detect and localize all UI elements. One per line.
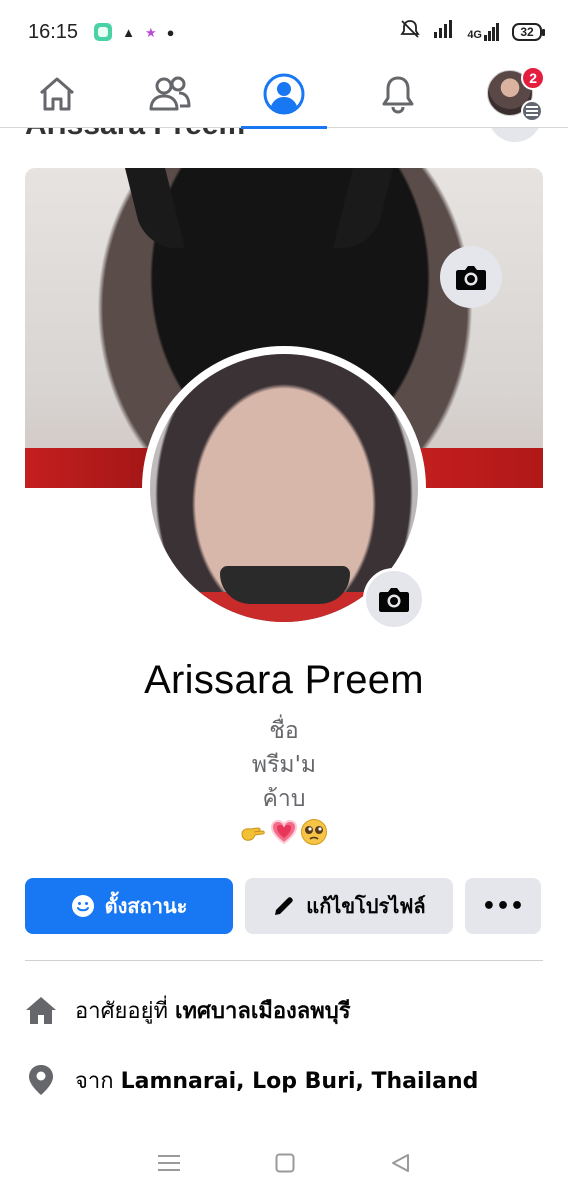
mute-vibrate-icon — [399, 19, 421, 45]
star-app-notification-icon: ★ — [144, 24, 157, 40]
from-value[interactable]: Lamnarai, Lop Buri, Thailand — [121, 1069, 479, 1094]
status-bar: 16:15 ▲ ★ ● 4G 32 — [0, 0, 568, 64]
profile-name: Arissara Preem — [144, 658, 424, 702]
more-notifications-dot-icon: ● — [166, 24, 175, 40]
profile-actions: ตั้งสถานะ แก้ไขโปรไฟล์ ••• — [25, 878, 543, 934]
cell-signal-icon — [484, 23, 499, 41]
square-icon — [275, 1153, 295, 1172]
hamburger-menu-icon — [521, 99, 544, 122]
detail-lives-in: อาศัยอยู่ที่ เทศบาลเมืองลพบุรี — [25, 990, 543, 1030]
nav-tab-profile[interactable] — [227, 60, 341, 129]
edit-cover-photo-button[interactable] — [440, 246, 502, 308]
smiley-icon — [71, 895, 94, 917]
divider — [25, 960, 543, 961]
menu-avatar-wrap: 2 — [487, 65, 546, 122]
recent-apps-button[interactable] — [157, 1154, 180, 1177]
edit-profile-picture-button[interactable] — [363, 568, 425, 630]
notification-badge: 2 — [521, 65, 546, 90]
signal-icon — [433, 20, 455, 44]
pencil-icon — [275, 897, 294, 915]
back-system-button[interactable] — [390, 1153, 410, 1178]
bio-line: ค้าบ — [262, 786, 306, 812]
app-notification-icon — [94, 23, 113, 41]
more-options-icon: ••• — [481, 893, 525, 919]
bio-emoji-row — [0, 818, 568, 846]
status-left: 16:15 ▲ ★ ● — [28, 21, 174, 44]
detail-from: จาก Lamnarai, Lop Buri, Thailand — [25, 1060, 543, 1100]
back-triangle-icon — [392, 1153, 410, 1172]
pleading-face-emoji-icon — [300, 818, 328, 846]
nav-tab-notifications[interactable] — [341, 60, 455, 128]
profile-picture-mask — [220, 566, 350, 604]
home-icon — [39, 77, 74, 110]
growing-heart-emoji-icon — [270, 818, 298, 846]
nav-tab-friends[interactable] — [114, 60, 228, 128]
edit-profile-button[interactable]: แก้ไขโปรไฟล์ — [245, 878, 453, 934]
cover-mask-horn-right — [333, 168, 393, 248]
cover-mask-horn-left — [125, 168, 185, 248]
friends-icon — [149, 76, 191, 110]
nav-tab-menu[interactable]: 2 — [454, 60, 568, 128]
top-nav-bar: 2 — [0, 60, 568, 129]
profile-bio: ชื่อ พรีม'ม ค้าบ — [0, 714, 568, 846]
camera-icon — [379, 588, 409, 612]
pinching-hand-emoji-icon — [240, 818, 268, 846]
lives-in-value[interactable]: เทศบาลเมืองลพบุรี — [175, 999, 351, 1024]
status-time: 16:15 — [28, 20, 79, 43]
nav-tab-home[interactable] — [0, 60, 114, 128]
house-icon — [25, 994, 57, 1026]
system-navigation-bar — [0, 1140, 568, 1190]
network-indicator: 4G — [467, 23, 500, 41]
edit-profile-label: แก้ไขโปรไฟล์ — [306, 894, 426, 918]
from-prefix: จาก — [75, 1068, 114, 1094]
network-type: 4G — [467, 29, 482, 41]
home-system-button[interactable] — [275, 1153, 295, 1178]
lives-in-prefix: อาศัยอยู่ที่ — [75, 998, 169, 1024]
location-pin-icon — [25, 1064, 57, 1096]
bio-line: ชื่อ — [269, 718, 299, 744]
bell-icon — [382, 76, 414, 114]
battery-indicator: 32 — [512, 23, 545, 41]
menu-lines-icon — [157, 1154, 180, 1171]
android-notification-icon: ▲ — [122, 24, 135, 40]
camera-icon — [456, 266, 486, 290]
status-right: 4G 32 — [399, 19, 545, 45]
bio-line: พรีม'ม — [251, 752, 317, 778]
set-status-label: ตั้งสถานะ — [104, 894, 188, 918]
more-options-button[interactable]: ••• — [465, 878, 541, 934]
profile-icon — [263, 73, 305, 114]
set-status-button[interactable]: ตั้งสถานะ — [25, 878, 233, 934]
